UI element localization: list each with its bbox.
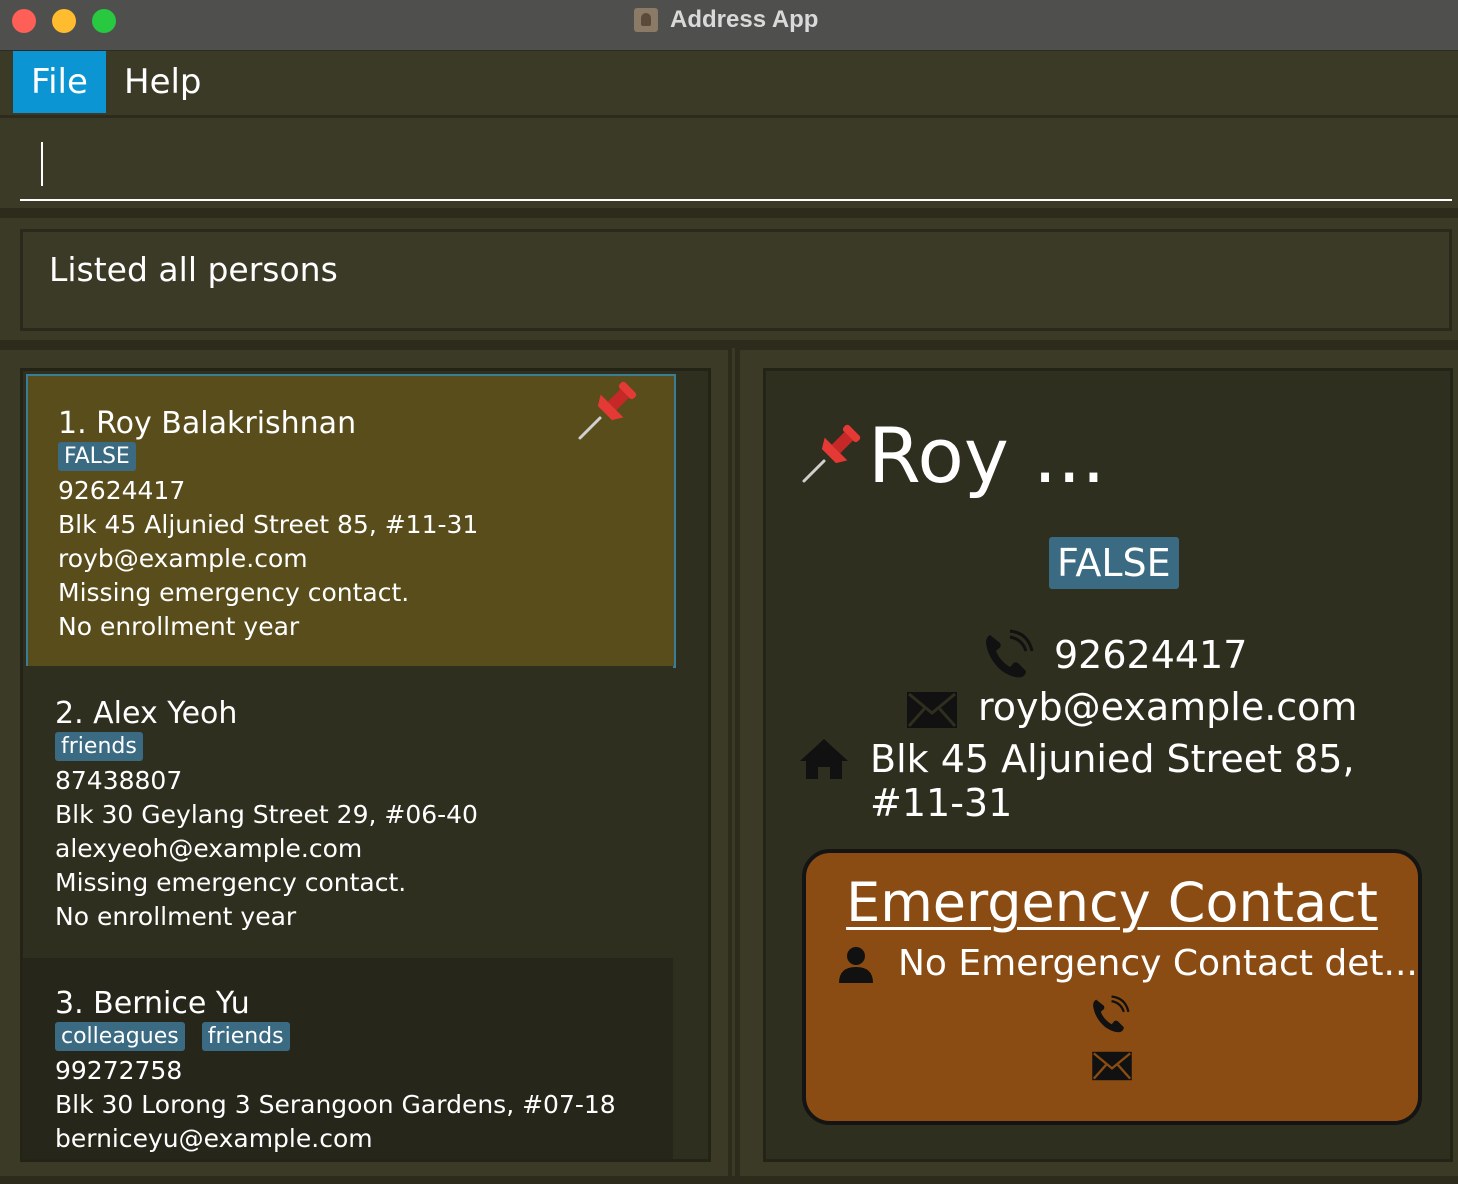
status-bar — [0, 1176, 1458, 1184]
detail-name: Roy ... — [868, 411, 1106, 500]
result-display: Listed all persons — [20, 229, 1452, 331]
menu-help[interactable]: Help — [106, 51, 220, 113]
person-emergency: Missing emergency contact. — [55, 868, 407, 897]
detail-tag: FALSE — [1049, 537, 1179, 589]
envelope-icon — [1092, 1051, 1132, 1081]
phone-icon — [1093, 995, 1130, 1033]
scrollbar[interactable] — [677, 371, 708, 1159]
emergency-contact-name: No Emergency Contact det... — [898, 943, 1418, 984]
house-icon — [800, 739, 848, 779]
maximize-window-button[interactable] — [92, 9, 116, 33]
detail-address: Blk 45 Aljunied Street 85, #11-31 — [870, 737, 1355, 825]
person-card[interactable]: 2. Alex Yeoh friends 87438807 Blk 30 Gey… — [23, 666, 673, 956]
person-phone: 92624417 — [58, 476, 186, 505]
detail-email: royb@example.com — [978, 685, 1358, 729]
phone-icon — [986, 629, 1034, 678]
tag-list: colleagues friends — [55, 1022, 302, 1051]
person-phone: 87438807 — [55, 766, 183, 795]
pushpin-icon — [578, 381, 637, 440]
tag: FALSE — [58, 442, 136, 471]
tag: friends — [55, 732, 143, 761]
envelope-icon — [907, 692, 957, 728]
result-text: Listed all persons — [49, 250, 338, 289]
person-email: alexyeoh@example.com — [55, 834, 363, 863]
person-address: Blk 30 Geylang Street 29, #06-40 — [55, 800, 478, 829]
person-card[interactable]: 1. Roy Balakrishnan FALSE 92624417 Blk 4… — [26, 374, 676, 668]
tag: friends — [201, 1022, 290, 1051]
person-card[interactable]: 3. Bernice Yu colleagues friends 9927275… — [23, 958, 673, 1159]
person-enrollment: No enrollment year — [58, 612, 300, 641]
person-address: Blk 45 Aljunied Street 85, #11-31 — [58, 510, 479, 539]
close-window-button[interactable] — [12, 9, 36, 33]
person-name: 1. Roy Balakrishnan — [58, 406, 357, 441]
split-divider[interactable] — [728, 348, 740, 1178]
person-email: royb@example.com — [58, 544, 308, 573]
person-address: Blk 30 Lorong 3 Serangoon Gardens, #07-1… — [55, 1090, 616, 1119]
divider — [0, 208, 1458, 218]
text-caret — [41, 142, 43, 186]
person-phone: 99272758 — [55, 1056, 183, 1085]
person-detail-panel: Roy ... FALSE 92624417 royb@example.com … — [763, 368, 1453, 1162]
emergency-contact-title: Emergency Contact — [846, 871, 1378, 934]
window-title: Address App — [670, 6, 819, 33]
menu-bar: File Help — [0, 51, 1458, 118]
person-name: 3. Bernice Yu — [55, 986, 250, 1021]
person-email: berniceyu@example.com — [55, 1124, 373, 1153]
person-name: 2. Alex Yeoh — [55, 696, 238, 731]
detail-phone: 92624417 — [1054, 633, 1248, 677]
command-input[interactable] — [20, 125, 1452, 201]
person-enrollment: No enrollment year — [55, 902, 297, 931]
app-icon — [634, 8, 658, 32]
emergency-contact-box: Emergency Contact No Emergency Contact d… — [802, 849, 1422, 1125]
window-titlebar: Address App — [0, 0, 1458, 51]
pushpin-icon — [802, 424, 861, 483]
tag: colleagues — [55, 1022, 185, 1051]
tag-list: friends — [55, 732, 155, 761]
minimize-window-button[interactable] — [52, 9, 76, 33]
person-icon — [839, 947, 873, 983]
menu-file[interactable]: File — [13, 51, 106, 113]
tag-list: FALSE — [58, 442, 148, 471]
person-emergency: Missing emergency contact. — [58, 578, 410, 607]
person-list[interactable]: 1. Roy Balakrishnan FALSE 92624417 Blk 4… — [20, 368, 711, 1162]
